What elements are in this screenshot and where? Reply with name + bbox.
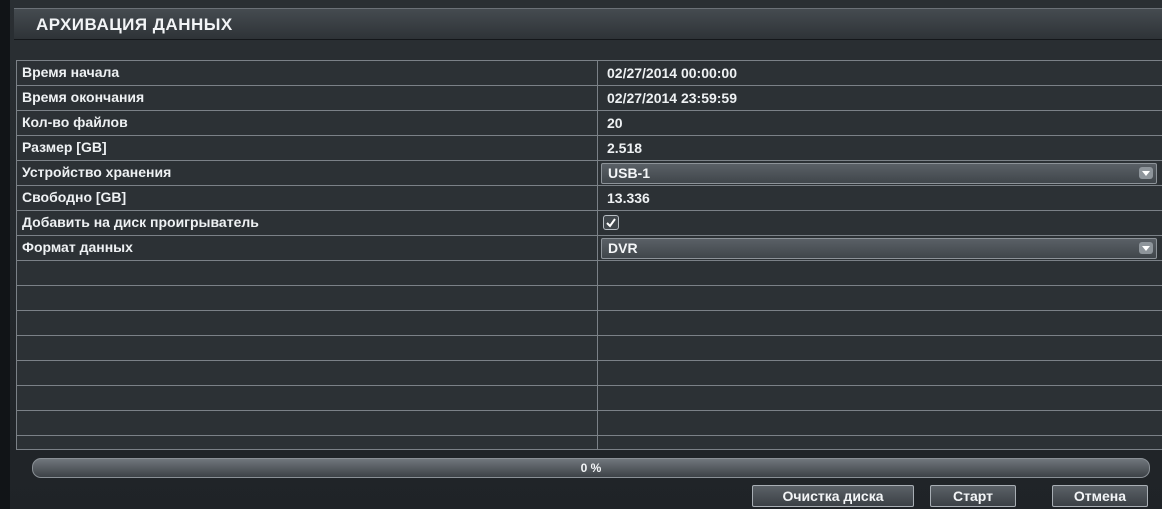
end-time-value[interactable]: 02/27/2014 23:59:59	[607, 90, 737, 106]
chevron-down-icon[interactable]	[1139, 242, 1153, 254]
window-left-edge	[0, 0, 10, 509]
empty-row	[17, 361, 1162, 386]
end-time-label: Время окончания	[22, 89, 145, 105]
start-button[interactable]: Старт	[930, 485, 1016, 507]
empty-row	[17, 336, 1162, 361]
archive-settings-table: Время начала 02/27/2014 00:00:00 Время о…	[16, 60, 1162, 450]
empty-row	[17, 286, 1162, 311]
cancel-button[interactable]: Отмена	[1052, 485, 1148, 507]
size-value: 2.518	[607, 140, 643, 156]
title-bar: АРХИВАЦИЯ ДАННЫХ	[14, 8, 1162, 40]
dialog-title: АРХИВАЦИЯ ДАННЫХ	[36, 15, 233, 34]
row-start-time: Время начала 02/27/2014 00:00:00	[17, 61, 1162, 86]
archive-dialog: АРХИВАЦИЯ ДАННЫХ Время начала 02/27/2014…	[0, 0, 1162, 509]
row-add-player: Добавить на диск проигрыватель	[17, 211, 1162, 236]
storage-device-selected: USB-1	[608, 165, 651, 181]
file-count-value: 20	[607, 115, 623, 131]
row-free-space: Свободно [GB] 13.336	[17, 186, 1162, 211]
add-player-checkbox[interactable]	[603, 215, 619, 230]
row-end-time: Время окончания 02/27/2014 23:59:59	[17, 86, 1162, 111]
size-label: Размер [GB]	[22, 139, 107, 155]
data-format-select[interactable]: DVR	[601, 238, 1157, 259]
free-space-value: 13.336	[607, 190, 650, 206]
empty-row	[17, 411, 1162, 436]
archive-progress-bar: 0 %	[32, 458, 1150, 478]
start-time-value[interactable]: 02/27/2014 00:00:00	[607, 65, 737, 81]
data-format-selected: DVR	[608, 240, 638, 256]
free-space-label: Свободно [GB]	[22, 189, 127, 205]
storage-device-select[interactable]: USB-1	[601, 163, 1157, 184]
start-time-label: Время начала	[22, 64, 120, 80]
storage-device-label: Устройство хранения	[22, 164, 172, 180]
row-file-count: Кол-во файлов 20	[17, 111, 1162, 136]
empty-row	[17, 261, 1162, 286]
row-size: Размер [GB] 2.518	[17, 136, 1162, 161]
checkmark-icon	[606, 218, 616, 228]
progress-percent: 0 %	[580, 461, 602, 475]
clear-disk-button[interactable]: Очистка диска	[752, 485, 914, 507]
empty-row	[17, 311, 1162, 336]
file-count-label: Кол-во файлов	[22, 114, 128, 130]
data-format-label: Формат данных	[22, 239, 133, 255]
row-data-format: Формат данных DVR	[17, 236, 1162, 261]
add-player-label: Добавить на диск проигрыватель	[22, 214, 259, 230]
empty-row	[17, 386, 1162, 411]
row-storage-device: Устройство хранения USB-1	[17, 161, 1162, 186]
chevron-down-icon[interactable]	[1139, 167, 1153, 179]
